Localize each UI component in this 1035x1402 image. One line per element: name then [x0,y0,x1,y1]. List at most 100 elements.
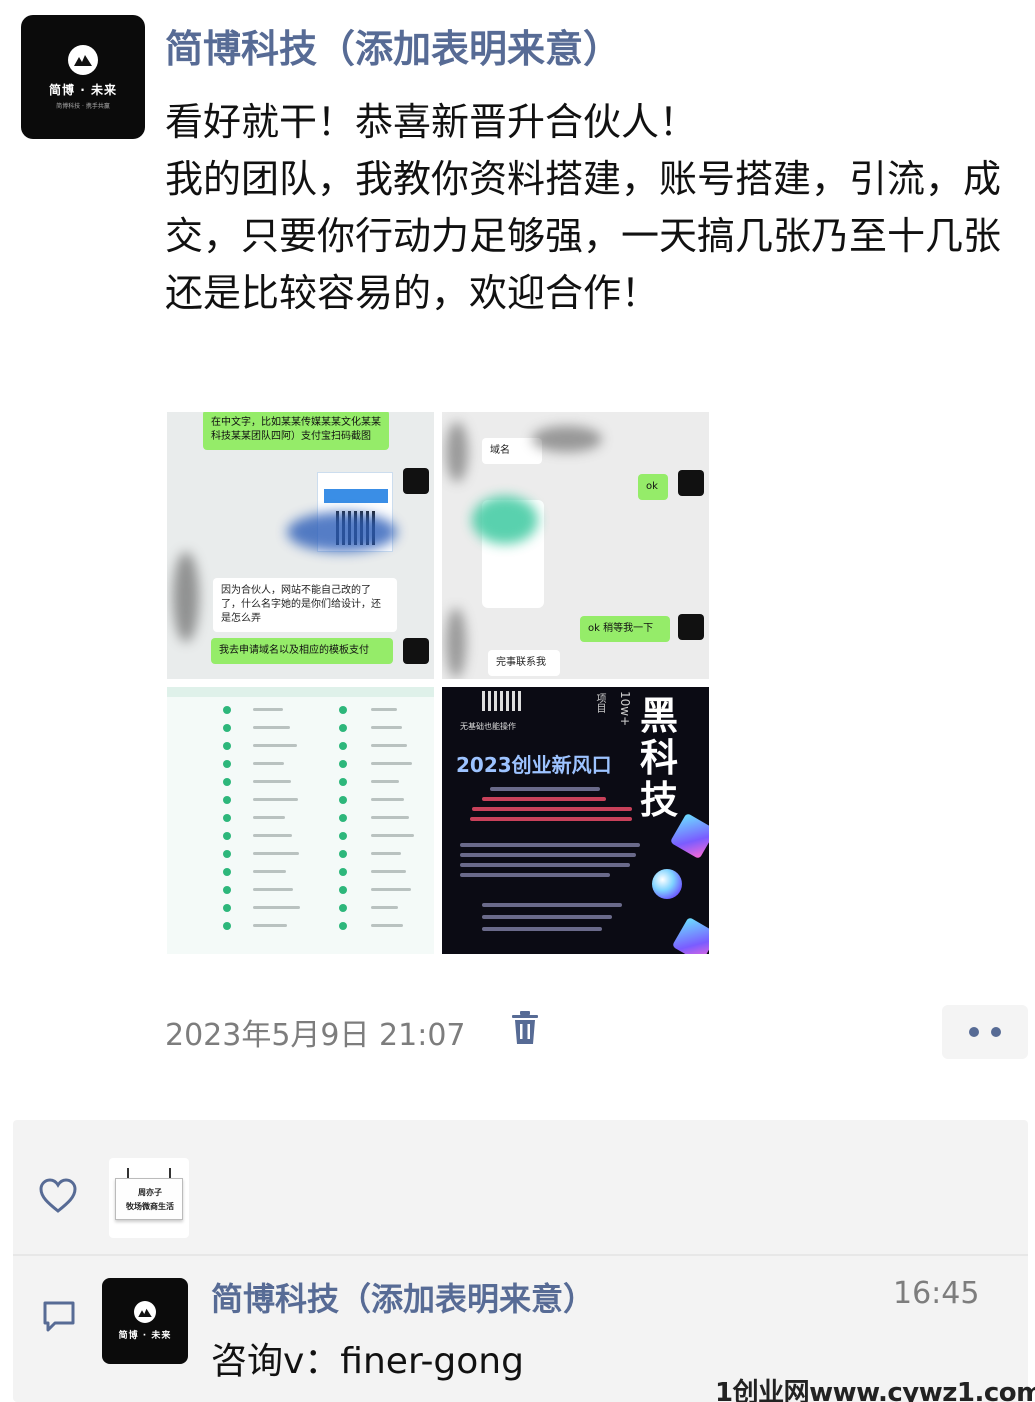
chat-bubble: 我去申请域名以及相应的模板支付 [211,638,393,664]
cell-line [253,834,292,837]
status-dot [339,778,347,786]
poster-text-line [482,797,606,801]
status-dot [223,742,231,750]
list-row [167,701,434,719]
chat-bubble: 完事联系我 [488,650,560,676]
status-dot [223,850,231,858]
list-row [167,845,434,863]
status-dot [339,724,347,732]
cell-line [253,906,300,909]
post-image-4[interactable]: 黑科技 10w+ 项目 无基础也能操作 2023创业新风口 [442,687,709,954]
cell-line [371,834,414,837]
poster-side-text: 10w+ [618,691,632,727]
post-author-name[interactable]: 简博科技（添加表明来意） [165,18,621,73]
more-dots-icon [969,1027,979,1037]
poster-text-line [460,863,630,867]
cell-line [371,852,401,855]
author-avatar[interactable]: 简博 · 未来 简博科技 · 携手共赢 [21,15,145,139]
liker-sign-line: 周亦子 [138,1188,162,1197]
redaction-smudge [532,426,602,452]
list-row [167,917,434,935]
poster-text-line [460,873,610,877]
list-row [167,791,434,809]
status-dot [339,742,347,750]
cube-graphic [671,916,709,954]
list-row [167,737,434,755]
trash-icon[interactable] [510,1010,540,1046]
comment-author-name[interactable]: 简博科技（添加表明来意） [211,1274,595,1320]
chat-bubble: ok [638,474,668,500]
status-dot [223,796,231,804]
commenter-avatar[interactable]: 简博 · 未来 [102,1278,188,1364]
redaction-smudge [173,552,199,642]
status-dot [339,760,347,768]
watermark: 1创业网www.cywz1.com [715,1378,1035,1402]
liker-avatar[interactable]: 周亦子 牧场微商生活 [109,1158,189,1238]
chat-avatar [403,468,429,494]
cell-line [371,780,399,783]
chat-bubble: 因为合伙人，网站不能自己改的了了，什么名字她的是你们给设计，还是怎么弄 [213,578,397,632]
cell-line [371,708,397,711]
cell-line [371,744,407,747]
status-dot [339,796,347,804]
cell-line [253,816,285,819]
cell-line [253,870,286,873]
post-image-2[interactable]: 域名 ok ok 稍等我一下 完事联系我 [442,412,709,679]
list-row [167,863,434,881]
liker-sign: 周亦子 牧场微商生活 [115,1178,183,1220]
likes-row: 周亦子 牧场微商生活 [13,1120,1028,1254]
redaction-smudge [446,422,468,482]
redaction-smudge [446,608,466,678]
post-image-1[interactable]: 在中文字，比如某某传媒某某文化某某科技某某团队四阿）支付宝扫码截图 因为合伙人，… [167,412,434,679]
status-dot [339,814,347,822]
status-dot [339,868,347,876]
status-dot [223,778,231,786]
cell-line [253,852,299,855]
avatar-logo-name: 简博 · 未来 [49,82,117,97]
more-dots-icon [991,1027,1001,1037]
cell-line [253,798,298,801]
poster-text-line [482,927,602,931]
poster-text-line [460,843,640,847]
chat-bubble: 在中文字，比如某某传媒某某文化某某科技某某团队四阿）支付宝扫码截图 [203,412,389,450]
status-dot [339,886,347,894]
heart-icon [38,1178,78,1214]
list-header [167,687,434,697]
list-row [167,719,434,737]
status-dot [339,706,347,714]
comment-time: 16:45 [893,1276,980,1311]
chat-avatar [678,614,704,640]
status-dot [223,814,231,822]
redaction-smudge [472,496,538,544]
chat-avatar [678,470,704,496]
status-dot [223,706,231,714]
status-dot [223,724,231,732]
status-dot [223,922,231,930]
cell-line [371,816,409,819]
status-dot [339,832,347,840]
cell-line [371,888,411,891]
status-dot [223,904,231,912]
status-dot [223,886,231,894]
status-dot [339,850,347,858]
cell-line [371,924,403,927]
cell-line [371,870,406,873]
poster-text-line [460,853,636,857]
cell-line [253,762,284,765]
status-dot [339,922,347,930]
more-options-button[interactable] [942,1005,1028,1059]
orb-graphic [652,869,682,899]
status-dot [223,832,231,840]
status-dot [223,868,231,876]
poster-big-text: 黑科技 [639,694,678,822]
poster-text-line [472,807,632,811]
list-row [167,755,434,773]
poster-side-small: 项目 [594,693,605,713]
poster-text-line [470,817,632,821]
post-image-3[interactable] [167,687,434,954]
logo-mountain-icon [134,1301,156,1323]
poster-text-line [482,903,622,907]
cell-line [253,726,290,729]
status-dot [223,760,231,768]
list-row [167,827,434,845]
